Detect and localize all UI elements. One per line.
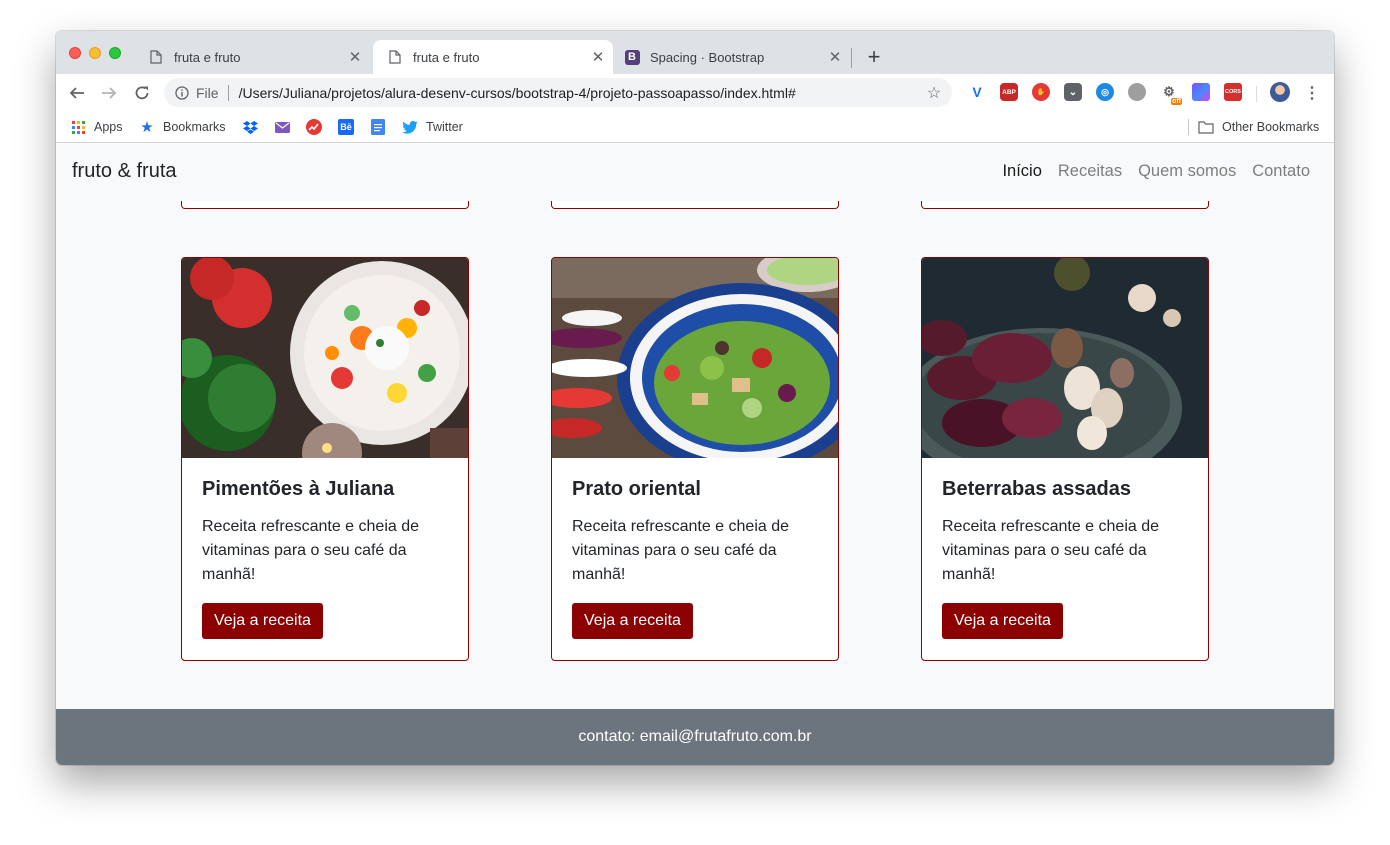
tab-1[interactable]: fruta e fruto ✕ [138, 40, 370, 74]
pocket-icon[interactable]: ⌄ [1064, 83, 1082, 101]
document-icon [148, 49, 164, 65]
nav-link-contato[interactable]: Contato [1252, 162, 1310, 181]
close-icon[interactable]: ✕ [589, 48, 607, 66]
document-icon [387, 49, 403, 65]
behance-icon: Bē [338, 119, 354, 135]
card-text: Receita refrescante e cheia de vitaminas… [942, 518, 1160, 583]
card-text: Receita refrescante e cheia de vitaminas… [202, 518, 420, 583]
card-body: Pimentões à Juliana Receita refrescante … [182, 458, 468, 659]
info-icon[interactable] [174, 85, 190, 101]
stop-hand-icon[interactable]: ✋ [1032, 83, 1050, 101]
back-arrow-icon[interactable] [65, 81, 89, 105]
card-title: Pimentões à Juliana [202, 478, 395, 500]
bookmarks-divider [1188, 119, 1189, 135]
nav-link-inicio[interactable]: Início [1002, 162, 1041, 181]
star-icon: ★ [140, 119, 154, 136]
behance-label: Bē [340, 122, 352, 132]
adblock-plus-icon[interactable]: ABP [1000, 83, 1018, 101]
tab-title: Spacing · Bootstrap [650, 49, 765, 65]
bookmark-bookmarks[interactable]: ★ Bookmarks [139, 117, 226, 137]
minimize-window-button[interactable] [89, 47, 101, 59]
site-footer: contato: email@frutafruto.com.br [56, 709, 1334, 765]
see-recipe-button[interactable]: Veja a receita [572, 603, 693, 639]
dropbox-icon [242, 119, 258, 135]
browser-toolbar: File /Users/Juliana/projetos/alura-desen… [56, 74, 1334, 111]
recipe-image-salad [552, 258, 838, 458]
scheme-label: File [196, 84, 219, 101]
address-bar[interactable]: File /Users/Juliana/projetos/alura-desen… [164, 78, 952, 107]
bookmarks-bar: Apps ★ Bookmarks Bē Twitter Other Bookma… [56, 111, 1334, 143]
close-window-button[interactable] [69, 47, 81, 59]
translate-extension-icon[interactable]: ◎ [1096, 83, 1114, 101]
bookmark-mail[interactable] [274, 117, 298, 137]
nav-link-quem-somos[interactable]: Quem somos [1138, 162, 1236, 181]
menu-kebab-icon[interactable]: ⋮ [1300, 81, 1324, 105]
see-recipe-button[interactable]: Veja a receita [202, 603, 323, 639]
tab-strip: fruta e fruto ✕ fruta e fruto ✕ B Spacin… [56, 31, 1334, 74]
tab-divider [851, 48, 852, 68]
bookmark-apps[interactable]: Apps [70, 117, 123, 137]
recipe-image-peppers [182, 258, 468, 458]
envelope-icon [274, 119, 290, 135]
trend-chart-icon [306, 119, 322, 135]
bookmark-dropbox[interactable] [242, 117, 266, 137]
site-brand[interactable]: fruto & fruta [72, 160, 177, 183]
folder-icon [1198, 119, 1214, 135]
bookmark-label: Apps [94, 120, 123, 134]
toolbar-divider [1256, 86, 1257, 102]
url-text[interactable]: /Users/Juliana/projetos/alura-desenv-cur… [239, 85, 924, 101]
cors-label: CORS [1225, 89, 1241, 95]
twitter-bird-icon [402, 119, 418, 135]
bookmark-label: Twitter [426, 120, 463, 134]
abp-label: ABP [1002, 88, 1016, 96]
bookmark-twitter[interactable]: Twitter [402, 117, 463, 137]
bookmark-label: Other Bookmarks [1222, 120, 1320, 134]
card-body: Beterrabas assadas Receita refrescante e… [922, 458, 1208, 659]
profile-avatar[interactable] [1270, 82, 1290, 102]
docs-icon [370, 119, 386, 135]
recipe-card: Pimentões à Juliana Receita refrescante … [181, 257, 469, 661]
tab-title: fruta e fruto [174, 49, 241, 65]
tab-3[interactable]: B Spacing · Bootstrap ✕ [614, 40, 850, 74]
card-title: Beterrabas assadas [942, 478, 1132, 500]
other-bookmarks[interactable]: Other Bookmarks [1198, 117, 1319, 137]
reload-icon[interactable] [130, 81, 154, 105]
tab-2-active[interactable]: fruta e fruto ✕ [373, 40, 613, 74]
card-title: Prato oriental [572, 478, 701, 500]
nav-link-receitas[interactable]: Receitas [1058, 162, 1122, 181]
close-icon[interactable]: ✕ [346, 48, 364, 66]
tab-title: fruta e fruto [413, 49, 480, 65]
bookmark-behance[interactable]: Bē [338, 117, 362, 137]
bookmark-label: Bookmarks [163, 120, 226, 134]
recipe-card: Beterrabas assadas Receita refrescante e… [921, 257, 1209, 661]
address-divider [227, 84, 229, 101]
recipe-image-beets [922, 258, 1208, 458]
card-text: Receita refrescante e cheia de vitaminas… [572, 518, 790, 583]
page-viewport: fruto & fruta Início Receitas Quem somos… [56, 144, 1334, 765]
card-body: Prato oriental Receita refrescante e che… [552, 458, 838, 659]
close-icon[interactable]: ✕ [826, 48, 844, 66]
speech-bubble-icon[interactable] [1128, 83, 1146, 101]
apps-grid-icon [70, 119, 86, 135]
bookmark-docs[interactable] [370, 117, 394, 137]
gradient-extension-icon[interactable] [1192, 83, 1210, 101]
bookmark-star-icon[interactable]: ☆ [924, 83, 944, 103]
site-navbar: fruto & fruta Início Receitas Quem somos… [56, 144, 1334, 201]
browser-window: fruta e fruto ✕ fruta e fruto ✕ B Spacin… [56, 31, 1334, 765]
forward-arrow-icon[interactable] [97, 81, 121, 105]
off-badge: off [1171, 98, 1182, 105]
bookmark-trend[interactable] [306, 117, 330, 137]
bootstrap-icon: B [624, 49, 640, 65]
new-tab-button[interactable]: + [862, 44, 886, 69]
cors-extension-icon[interactable]: CORS [1224, 83, 1242, 101]
footer-contact: contato: email@frutafruto.com.br [578, 728, 812, 745]
see-recipe-button[interactable]: Veja a receita [942, 603, 1063, 639]
site-nav-links: Início Receitas Quem somos Contato [1002, 162, 1310, 181]
extension-with-off-badge-icon[interactable]: ⚙ off [1160, 83, 1182, 105]
vimium-extension-icon[interactable]: V [968, 83, 986, 101]
recipe-card: Prato oriental Receita refrescante e che… [551, 257, 839, 661]
maximize-window-button[interactable] [109, 47, 121, 59]
